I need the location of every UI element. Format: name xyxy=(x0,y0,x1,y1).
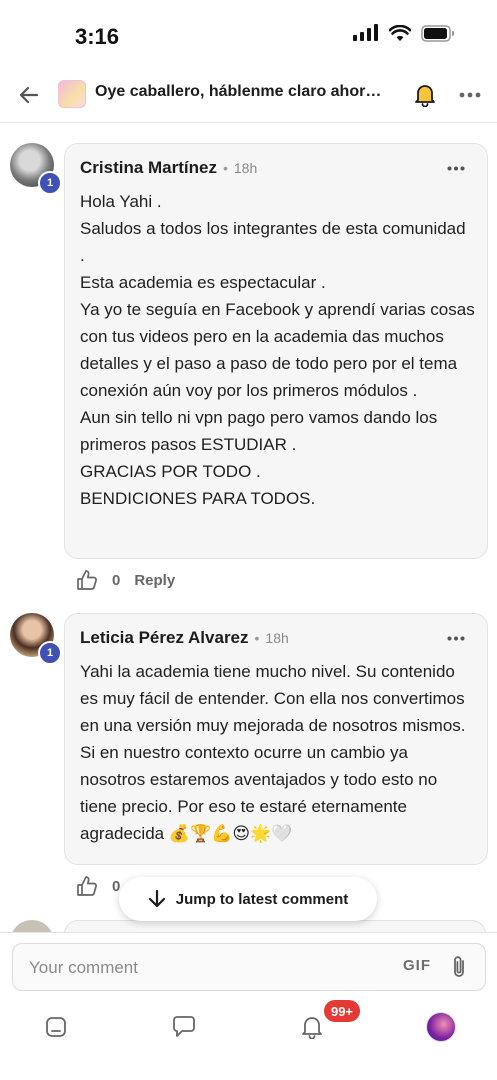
paperclip-icon xyxy=(454,956,464,977)
bottom-nav: 99+ xyxy=(0,998,497,1080)
attach-button[interactable] xyxy=(447,954,471,980)
jump-label: Jump to latest comment xyxy=(175,890,349,908)
arrow-left-icon xyxy=(19,86,39,104)
like-count: 0 xyxy=(112,571,121,589)
comment-line: Yahi la academia tiene mucho nivel. Su c… xyxy=(80,662,466,843)
like-button[interactable] xyxy=(76,875,98,897)
nav-home[interactable] xyxy=(36,1010,76,1044)
notification-count-badge: 99+ xyxy=(322,998,362,1024)
next-comment-bubble xyxy=(64,920,486,932)
bell-icon xyxy=(415,85,435,107)
comment-bubble: Leticia Pérez Alvarez • 18h Yahi la acad… xyxy=(64,613,488,865)
comment-body: Hola Yahi . Saludos a todos los integran… xyxy=(80,188,475,512)
home-icon xyxy=(46,1017,66,1037)
comment-input[interactable] xyxy=(27,944,391,992)
wifi-icon xyxy=(389,24,411,41)
comment-item: 1 Cristina Martínez • 18h Hola Yahi . Sa… xyxy=(0,143,497,603)
jump-to-latest-button[interactable]: Jump to latest comment xyxy=(119,877,377,921)
comment-item: 1 Leticia Pérez Alvarez • 18h Yahi la ac… xyxy=(0,613,497,913)
thumbs-up-icon xyxy=(77,876,97,896)
next-comment-avatar xyxy=(10,920,54,932)
bell-icon xyxy=(302,1017,322,1039)
comment-line: Aun sin tello ni vpn pago pero vamos dan… xyxy=(80,408,438,454)
avatar[interactable]: 1 xyxy=(10,143,62,195)
more-horizontal-icon xyxy=(447,636,465,640)
status-icons xyxy=(353,24,455,42)
comment-line: Esta academia es espectacular . xyxy=(80,273,326,292)
comment-line: Saludos a todos los integrantes de esta … xyxy=(80,219,466,265)
comment-more-button[interactable] xyxy=(443,628,469,648)
notification-bell-button[interactable] xyxy=(410,80,440,110)
author-name[interactable]: Cristina Martínez xyxy=(80,158,217,178)
comment-line: GRACIAS POR TODO . xyxy=(80,462,261,481)
separator-dot: • xyxy=(222,160,228,176)
more-horizontal-icon xyxy=(459,92,481,98)
arrow-down-icon xyxy=(148,889,165,908)
reply-button[interactable]: Reply xyxy=(134,572,175,589)
author-row: Leticia Pérez Alvarez • 18h xyxy=(80,628,289,648)
nav-profile[interactable] xyxy=(421,1010,461,1044)
avatar[interactable]: 1 xyxy=(10,613,62,665)
comment-bubble: Cristina Martínez • 18h Hola Yahi . Salu… xyxy=(64,143,488,559)
more-horizontal-icon xyxy=(447,166,465,170)
cellular-signal-icon xyxy=(353,24,378,41)
back-button[interactable] xyxy=(14,80,44,110)
comment-line: Ya yo te seguía en Facebook y aprendí va… xyxy=(80,300,475,400)
composer-area: GIF xyxy=(0,932,497,1001)
chat-bubble-icon xyxy=(173,1016,195,1037)
author-name[interactable]: Leticia Pérez Alvarez xyxy=(80,628,249,648)
like-button[interactable] xyxy=(76,569,98,591)
status-time: 3:16 xyxy=(75,24,120,49)
author-row: Cristina Martínez • 18h xyxy=(80,158,257,178)
separator-dot: • xyxy=(254,630,260,646)
status-bar: 3:16 xyxy=(0,0,497,70)
nav-messages[interactable] xyxy=(164,1010,204,1044)
more-options-button[interactable] xyxy=(455,80,485,110)
group-avatar[interactable] xyxy=(58,80,86,108)
comment-time: 18h xyxy=(265,630,289,646)
level-badge: 1 xyxy=(38,641,62,665)
battery-icon xyxy=(421,24,454,42)
comment-composer: GIF xyxy=(12,943,486,992)
comment-line: BENDICIONES PARA TODOS. xyxy=(80,489,316,508)
app-header: Oye caballero, háblenme claro ahora o c.… xyxy=(0,70,497,123)
profile-avatar xyxy=(426,1012,456,1042)
comment-body: Yahi la academia tiene mucho nivel. Su c… xyxy=(80,658,475,847)
comment-actions: 0 xyxy=(76,875,120,897)
gif-button[interactable]: GIF xyxy=(403,957,431,974)
page-title[interactable]: Oye caballero, háblenme claro ahora o c.… xyxy=(95,83,390,101)
comment-time: 18h xyxy=(233,160,258,176)
comment-line: Hola Yahi . xyxy=(80,192,162,211)
comment-more-button[interactable] xyxy=(443,158,469,178)
thumbs-up-icon xyxy=(77,570,97,590)
level-badge: 1 xyxy=(38,171,62,195)
comment-actions: 0 Reply xyxy=(76,569,175,591)
